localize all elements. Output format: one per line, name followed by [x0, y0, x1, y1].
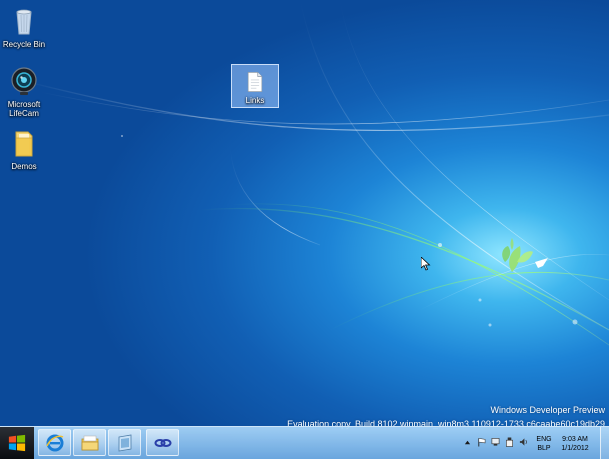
watermark-title: Windows Developer Preview [490, 405, 605, 415]
language-label: ENG [536, 436, 552, 443]
recycle-bin-label: Recycle Bin [2, 40, 46, 49]
mouse-cursor-icon [421, 257, 431, 271]
input-language-indicator[interactable]: ENG BLP [536, 435, 552, 453]
app-window-icon [118, 434, 132, 452]
links-desktop-icon[interactable]: Links [231, 64, 279, 108]
demos-desktop-icon[interactable]: Demos [0, 128, 49, 171]
taskbar-link-app-button[interactable] [146, 429, 179, 456]
keyboard-layout-label: BLP [537, 445, 551, 452]
start-button[interactable] [0, 427, 34, 459]
demos-label: Demos [11, 162, 37, 171]
microsoft-lifecam-label: Microsoft LifeCam [7, 100, 41, 118]
links-label: Links [245, 96, 265, 105]
leaf-bird-logo [502, 238, 548, 272]
microsoft-lifecam-desktop-icon[interactable]: Microsoft LifeCam [0, 66, 49, 118]
taskbar-internet-explorer-button[interactable] [38, 429, 71, 456]
show-desktop-button[interactable] [600, 427, 609, 459]
network-icon[interactable] [491, 437, 500, 447]
webcam-icon [11, 67, 37, 95]
recycle-bin-icon [16, 9, 32, 35]
link-icon [154, 439, 172, 447]
recycle-bin-desktop-icon[interactable]: Recycle Bin [0, 6, 49, 49]
file-explorer-icon [81, 435, 99, 451]
windows-logo-icon [8, 434, 26, 452]
volume-icon[interactable] [519, 437, 528, 447]
internet-explorer-icon [46, 434, 64, 452]
clock[interactable]: 9:03 AM 1/1/2012 [556, 435, 594, 453]
taskbar-app-button[interactable] [108, 429, 141, 456]
clock-time: 9:03 AM [562, 436, 588, 443]
text-file-icon [247, 72, 263, 92]
clock-date: 1/1/2012 [561, 445, 589, 452]
taskbar: ENG BLP 9:03 AM 1/1/2012 [0, 426, 609, 459]
power-icon[interactable] [505, 437, 514, 447]
show-hidden-icons-icon[interactable] [464, 439, 471, 446]
action-center-flag-icon[interactable] [477, 437, 486, 447]
folder-icon [15, 131, 33, 157]
taskbar-windows-explorer-button[interactable] [73, 429, 106, 456]
wallpaper [19, 0, 609, 346]
